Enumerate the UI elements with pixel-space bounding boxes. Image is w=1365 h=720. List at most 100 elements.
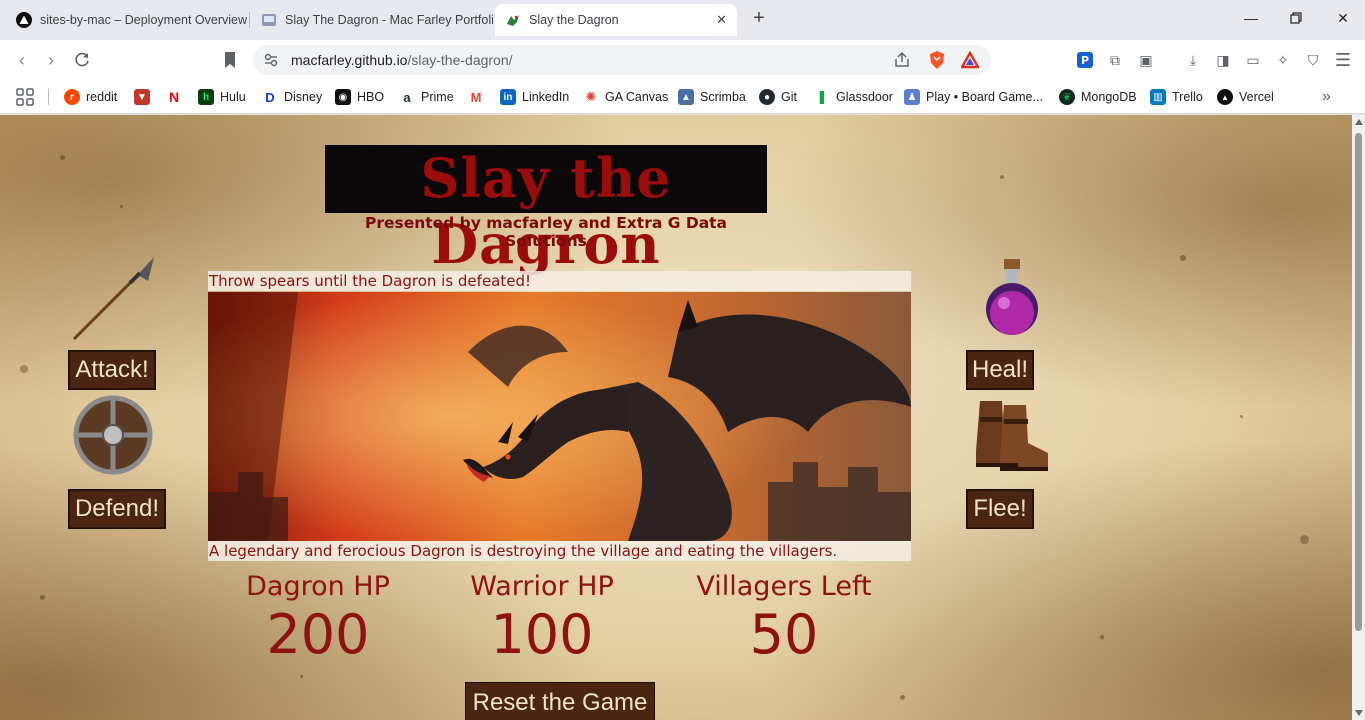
url-text: macfarley.github.io/slay-the-dagron/ [291,52,513,68]
brave-shield-icon[interactable] [928,50,946,75]
restore-icon[interactable] [1286,10,1306,27]
glassdoor-icon: ❚ [814,89,830,105]
tab-divider [249,12,250,28]
gmail-icon: M [468,89,484,105]
share-icon[interactable] [893,51,911,74]
bookmark-hbo[interactable]: ◉ HBO [335,87,384,107]
scrollbar-thumb[interactable] [1355,133,1362,631]
scrimba-icon: ▲ [678,89,694,105]
bookmark-fox[interactable]: ▼ [134,87,156,107]
boots-icon [970,397,1052,475]
dagron-hp-value: 200 [266,603,370,666]
tab-title: sites-by-mac – Deployment Overview [40,13,248,27]
tab-title: Slay the Dagron [529,13,619,27]
site-info-icon[interactable] [263,52,279,73]
bookmark-vercel[interactable]: ▲ Vercel [1217,87,1274,107]
wallet-icon[interactable]: ▭ [1244,51,1262,69]
villagers-left-value: 50 [749,603,819,666]
bookmarks-bar: r reddit ▼ N h Hulu D Disney ◉ HBO a Prime M … [0,80,1365,114]
bookmark-mongodb[interactable]: ❦ MongoDB [1059,87,1137,107]
warrior-hp-label: Warrior HP [470,571,614,602]
forward-icon[interactable]: › [40,50,62,72]
bookmark-git[interactable]: ● Git [759,87,797,107]
warrior-hp-value: 100 [490,603,594,666]
dragon-scene-image [208,292,911,541]
fox-icon: ▼ [134,89,150,105]
minimize-icon[interactable]: — [1241,10,1261,26]
bookmark-scrimba[interactable]: ▲ Scrimba [678,87,746,107]
page-scrollbar[interactable] [1352,115,1365,720]
game-title: Slay the Dagron [325,145,767,276]
address-bar[interactable]: macfarley.github.io/slay-the-dagron/ [253,45,991,75]
game-subtitle: Presented by macfarley and Extra G Data … [364,214,728,250]
bookmark-glassdoor[interactable]: ❚ Glassdoor [814,87,893,107]
svg-text:P: P [1081,54,1089,67]
leo-ai-icon[interactable]: ✧ [1274,51,1292,69]
brave-rewards-icon[interactable] [959,50,981,74]
amazon-icon: a [399,89,415,105]
bookmark-trello[interactable]: ▥ Trello [1150,87,1203,107]
sidebar-icon[interactable]: ◨ [1214,51,1232,69]
shield-icon [73,395,153,475]
menu-icon[interactable]: ☰ [1334,50,1352,70]
bookmark-icon[interactable] [219,50,241,72]
browser-toolbar: ‹ › macfarley.github.io/slay-the-dagron/… [0,40,1365,80]
portfolio-icon [261,12,277,28]
story-message: A legendary and ferocious Dagron is dest… [208,541,911,561]
attack-button[interactable]: Attack! [68,350,156,390]
scroll-up-icon[interactable] [1355,119,1363,125]
linkedin-icon: in [500,89,516,105]
flee-button[interactable]: Flee! [966,489,1034,529]
trello-icon: ▥ [1150,89,1166,105]
bookmark-canvas[interactable]: ✺ GA Canvas [583,87,668,107]
bookmark-boardgame[interactable]: ♟ Play • Board Game... [904,87,1043,107]
game-page: Slay the Dagron Presented by macfarley a… [0,115,1352,720]
bookmark-gmail[interactable]: M [468,87,490,107]
bookmarks-divider [48,89,49,105]
tab-portfolio[interactable]: Slay The Dagron - Mac Farley Portfolio [251,4,493,36]
dragon-icon [505,12,521,28]
vpn-icon[interactable]: ⛉ [1304,51,1322,69]
scroll-down-icon[interactable] [1355,710,1363,716]
new-tab-button[interactable]: + [748,8,770,30]
reset-game-button[interactable]: Reset the Game [465,682,655,720]
apps-icon[interactable] [16,87,34,107]
canvas-icon: ✺ [583,89,599,105]
mongodb-icon: ❦ [1059,89,1075,105]
close-window-icon[interactable]: ✕ [1333,10,1353,27]
hbo-icon: ◉ [335,89,351,105]
tab-strip: sites-by-mac – Deployment Overview Slay … [0,0,1365,40]
tab-title: Slay The Dagron - Mac Farley Portfolio [285,13,493,27]
boardgame-icon: ♟ [904,89,920,105]
bookmark-reddit[interactable]: r reddit [64,87,117,107]
netflix-icon: N [166,89,182,105]
spear-icon [68,255,158,345]
tab-slay-the-dagron[interactable]: Slay the Dagron ✕ [495,4,737,36]
villagers-left-label: Villagers Left [696,571,872,602]
dagron-hp-label: Dagron HP [246,571,390,602]
bookmark-disney[interactable]: D Disney [262,87,322,107]
disney-icon: D [262,89,278,105]
instruction-message: Throw spears until the Dagron is defeate… [208,271,911,291]
bookmark-hulu[interactable]: h Hulu [198,87,246,107]
reddit-icon: r [64,89,80,105]
defend-button[interactable]: Defend! [68,489,166,529]
more-bookmarks-icon[interactable]: » [1322,87,1331,107]
reload-icon[interactable] [71,50,93,72]
hulu-icon: h [198,89,214,105]
download-icon[interactable]: ⤓ [1184,51,1202,69]
close-icon[interactable]: ✕ [716,12,727,28]
vercel-icon [16,12,32,28]
extension-icon[interactable]: P [1076,51,1094,69]
vercel-icon: ▲ [1217,89,1233,105]
back-icon[interactable]: ‹ [11,50,33,72]
puzzle-icon[interactable]: ⧉ [1106,51,1124,69]
reader-icon[interactable]: ▣ [1137,51,1155,69]
bookmark-netflix[interactable]: N [166,87,188,107]
github-icon: ● [759,89,775,105]
heal-button[interactable]: Heal! [966,350,1034,390]
tab-deployment-overview[interactable]: sites-by-mac – Deployment Overview [6,4,248,36]
potion-icon [984,257,1040,339]
bookmark-linkedin[interactable]: in LinkedIn [500,87,569,107]
bookmark-prime[interactable]: a Prime [399,87,454,107]
